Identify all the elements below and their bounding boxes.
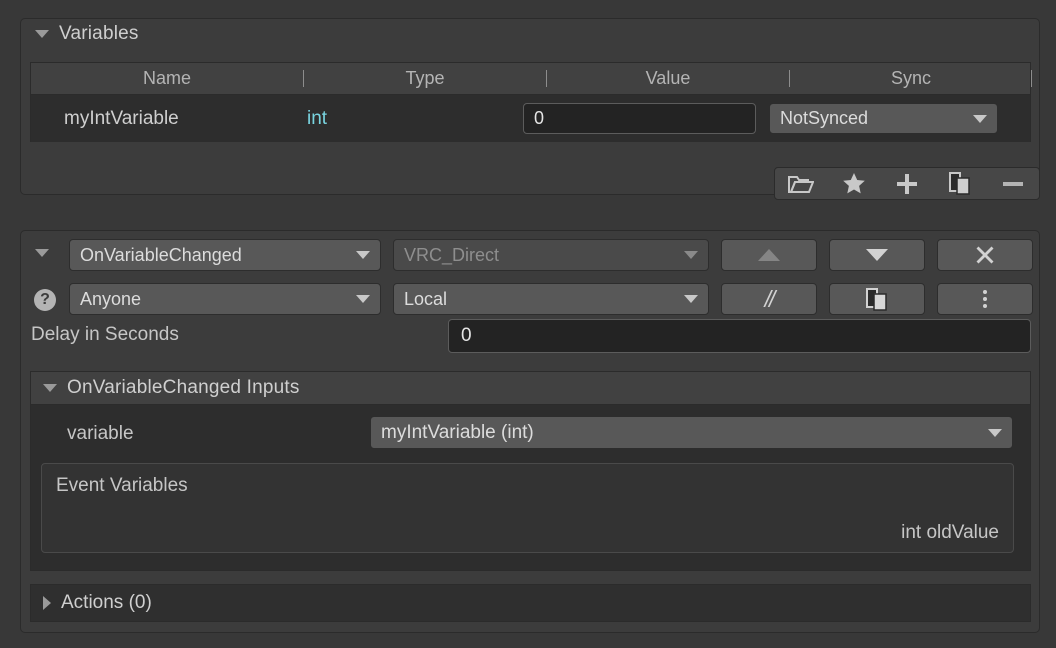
variable-sync-dropdown[interactable]: NotSynced: [769, 103, 998, 134]
delay-input[interactable]: 0: [448, 319, 1031, 353]
delay-label: Delay in Seconds: [31, 324, 179, 345]
open-folder-button[interactable]: [778, 168, 824, 199]
plus-icon: [896, 173, 917, 194]
variable-type-label: int: [307, 108, 328, 129]
column-header-value: Value: [645, 68, 691, 88]
chevron-down-icon: [684, 251, 698, 259]
chevron-down-icon: [973, 115, 987, 123]
event-inputs-body: variable myIntVariable (int) Event Varia…: [31, 405, 1030, 570]
close-icon: [976, 246, 994, 264]
event-variables-box: Event Variables int oldValue: [41, 463, 1014, 553]
column-separator: [1031, 70, 1032, 87]
table-row[interactable]: myIntVariable int 0 NotSynced: [31, 95, 1030, 142]
event-panel: OnVariableChanged VRC_Direct ? Anyone Lo…: [20, 230, 1040, 633]
permission-dropdown[interactable]: Anyone: [69, 283, 381, 315]
chevron-right-icon: [43, 596, 51, 610]
inspector-root: Variables Name Type Value Sync myIntVari…: [0, 0, 1056, 648]
variables-foldout[interactable]: Variables: [21, 19, 1039, 49]
variables-panel: Variables Name Type Value Sync myIntVari…: [20, 18, 1040, 200]
input-variable-dropdown[interactable]: myIntVariable (int): [370, 416, 1013, 449]
chevron-down-icon: [988, 429, 1002, 437]
event-options-row: ? Anyone Local //: [21, 283, 1039, 317]
move-up-button[interactable]: [721, 239, 817, 271]
folder-icon: [788, 175, 815, 193]
event-source-dropdown: VRC_Direct: [393, 239, 709, 271]
comment-button[interactable]: //: [721, 283, 817, 315]
close-button[interactable]: [937, 239, 1033, 271]
chevron-down-icon[interactable]: [35, 249, 49, 257]
chevron-down-icon: [356, 251, 370, 259]
minus-icon: [1002, 181, 1023, 186]
variables-toolbar: [774, 167, 1040, 200]
event-source-value: VRC_Direct: [404, 245, 500, 265]
network-dropdown[interactable]: Local: [393, 283, 709, 315]
event-variables-title: Event Variables: [56, 475, 188, 496]
comment-icon: //: [764, 286, 776, 312]
column-header-name: Name: [142, 68, 191, 88]
more-options-button[interactable]: [937, 283, 1033, 315]
triangle-up-icon: [758, 249, 780, 261]
star-icon: [843, 173, 865, 194]
duplicate-icon: [866, 287, 887, 311]
chevron-down-icon: [35, 30, 49, 38]
duplicate-event-button[interactable]: [829, 283, 925, 315]
remove-variable-button[interactable]: [990, 168, 1036, 199]
event-type-dropdown[interactable]: OnVariableChanged: [69, 239, 381, 271]
kebab-menu-icon: [983, 290, 987, 308]
event-inputs-foldout[interactable]: OnVariableChanged Inputs: [31, 372, 1030, 405]
event-variable-item: int oldValue: [901, 522, 999, 543]
network-value: Local: [404, 289, 448, 309]
variables-table-header: Name Type Value Sync: [31, 63, 1032, 95]
duplicate-variable-button[interactable]: [937, 168, 983, 199]
triangle-down-icon: [866, 249, 888, 261]
help-icon[interactable]: ?: [34, 289, 56, 311]
event-inputs-block: OnVariableChanged Inputs variable myIntV…: [30, 371, 1031, 571]
duplicate-icon: [948, 172, 970, 195]
variable-sync-value: NotSynced: [780, 108, 869, 128]
chevron-down-icon: [356, 295, 370, 303]
event-header-row: OnVariableChanged VRC_Direct: [21, 239, 1039, 273]
add-variable-button[interactable]: [884, 168, 930, 199]
input-variable-label: variable: [67, 423, 134, 444]
chevron-down-icon: [43, 384, 57, 392]
actions-foldout[interactable]: Actions (0): [30, 584, 1031, 622]
column-header-sync: Sync: [890, 68, 932, 88]
move-down-button[interactable]: [829, 239, 925, 271]
favorite-button[interactable]: [831, 168, 877, 199]
variable-value-input[interactable]: 0: [523, 103, 756, 134]
variables-table: Name Type Value Sync myIntVariable int 0…: [30, 62, 1032, 142]
event-inputs-title: OnVariableChanged Inputs: [67, 377, 300, 398]
chevron-down-icon: [684, 295, 698, 303]
event-type-value: OnVariableChanged: [80, 245, 242, 265]
input-variable-value: myIntVariable (int): [381, 422, 534, 443]
actions-label: Actions (0): [61, 592, 152, 613]
variables-title: Variables: [59, 23, 139, 44]
variable-name-label: myIntVariable: [64, 108, 179, 129]
column-header-type: Type: [405, 68, 445, 88]
permission-value: Anyone: [80, 289, 142, 309]
